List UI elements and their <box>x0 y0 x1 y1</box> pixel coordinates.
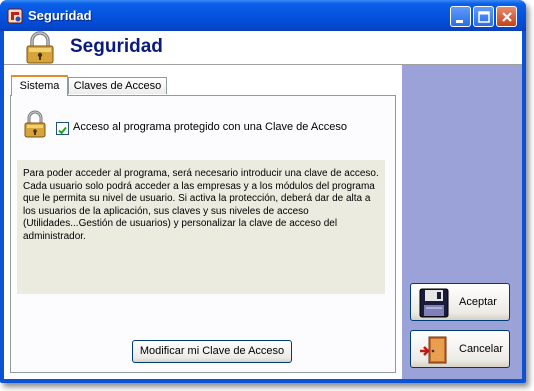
cancel-button[interactable]: Cancelar <box>410 330 510 368</box>
window-title: Seguridad <box>28 8 92 23</box>
close-button[interactable] <box>496 6 517 27</box>
action-panel: Aceptar Cancelar <box>402 65 522 379</box>
padlock-icon <box>26 31 54 64</box>
tab-claves-de-acceso[interactable]: Claves de Acceso <box>68 77 167 94</box>
tab-sistema[interactable]: Sistema <box>11 75 68 96</box>
minimize-button[interactable] <box>450 6 471 27</box>
modify-password-button[interactable]: Modificar mi Clave de Acceso <box>132 340 292 363</box>
title-bar[interactable]: Seguridad <box>0 0 526 31</box>
checkmark-icon <box>58 126 67 135</box>
cancel-label: Cancelar <box>459 343 504 355</box>
maximize-button[interactable] <box>473 6 494 27</box>
info-box: Para poder acceder al programa, será nec… <box>17 160 385 294</box>
minimize-icon <box>456 20 463 23</box>
exit-door-icon <box>420 336 447 364</box>
tab-panel-sistema: Acceso al programa protegido con una Cla… <box>10 95 396 373</box>
dialog-header: Seguridad <box>4 31 522 65</box>
app-icon <box>7 8 23 24</box>
security-dialog-window: Seguridad Seguridad Aceptar Cancelar Sis… <box>0 0 526 383</box>
accept-button[interactable]: Aceptar <box>410 283 510 321</box>
accept-label: Aceptar <box>459 296 497 308</box>
floppy-disk-icon <box>419 288 449 318</box>
padlock-icon <box>24 110 46 138</box>
protect-access-checkbox[interactable] <box>56 122 69 135</box>
protect-access-label[interactable]: Acceso al programa protegido con una Cla… <box>73 121 347 133</box>
page-title: Seguridad <box>70 36 163 57</box>
close-icon <box>502 12 512 22</box>
info-text: Para poder acceder al programa, será nec… <box>23 168 379 242</box>
dialog-client-area: Seguridad Aceptar Cancelar Sistema Clave… <box>4 31 522 379</box>
maximize-icon <box>478 11 490 23</box>
